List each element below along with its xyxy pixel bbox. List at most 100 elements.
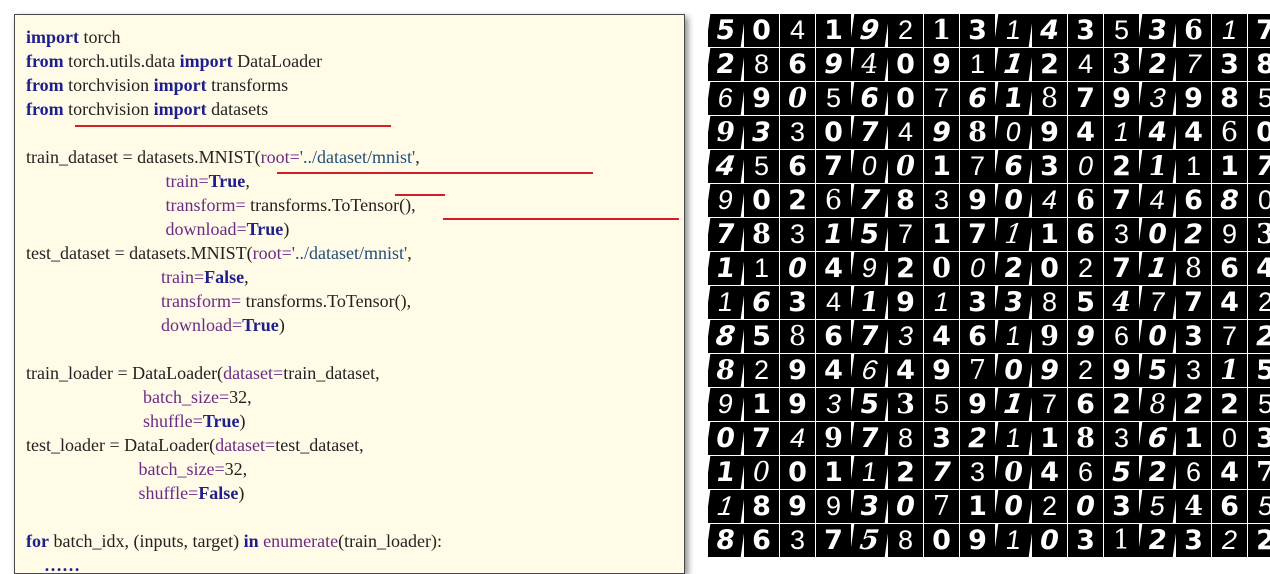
mnist-digit-cell: 9 (888, 286, 923, 319)
mnist-digit-cell: 5 (1248, 82, 1270, 115)
mnist-digit-cell: 2 (993, 252, 1034, 285)
code-token: transforms.ToTensor(), (245, 195, 416, 215)
mnist-digit-cell: 0 (849, 150, 890, 183)
mnist-digit-cell: 1 (1212, 354, 1247, 387)
mnist-digit-cell: 6 (1137, 422, 1178, 455)
mnist-digit-cell: 8 (780, 320, 815, 353)
mnist-digit-cell: 4 (1032, 184, 1067, 217)
mnist-digit-cell: 3 (1248, 422, 1270, 455)
mnist-digit-cell: 3 (1176, 320, 1211, 353)
mnist-digit-cell: 1 (993, 82, 1034, 115)
mnist-digit-cell: 6 (780, 150, 815, 183)
mnist-digit-cell: 2 (1104, 150, 1139, 183)
code-token: datasets (206, 99, 269, 119)
mnist-digit-cell: 8 (708, 320, 746, 353)
code-line: train=False, (26, 265, 249, 289)
code-token: (train_loader): (338, 531, 443, 551)
mnist-digit-cell: 7 (1137, 286, 1178, 319)
code-token: import (153, 75, 207, 95)
mnist-digit-cell: 6 (960, 320, 995, 353)
mnist-digit-cell: 3 (960, 456, 995, 489)
mnist-digit-cell: 1 (708, 252, 746, 285)
mnist-digit-cell: 1 (1137, 150, 1178, 183)
mnist-digit-grid: 5041921314353617286940911243273869056076… (708, 14, 1270, 557)
mnist-digit-cell: 7 (924, 490, 959, 523)
mnist-digit-cell: 0 (1212, 422, 1247, 455)
mnist-digit-cell: 0 (1137, 320, 1178, 353)
code-token: transforms (206, 75, 289, 95)
code-token: train= (161, 267, 205, 287)
mnist-digit-cell: 4 (1176, 116, 1211, 149)
mnist-digit-cell: 7 (1176, 286, 1211, 319)
mnist-digit-cell: 6 (816, 320, 851, 353)
mnist-digit-cell: 6 (960, 82, 995, 115)
mnist-digit-cell: 1 (924, 14, 959, 47)
code-token: transforms.ToTensor(), (241, 291, 412, 311)
mnist-digit-cell: 3 (849, 490, 890, 523)
mnist-digit-cell: 7 (960, 354, 995, 387)
mnist-digit-cell: 5 (1248, 490, 1270, 523)
code-token: batch_size= (143, 387, 230, 407)
mnist-digit-cell: 7 (849, 320, 890, 353)
mnist-digit-cell: 1 (924, 286, 959, 319)
mnist-digit-cell: 3 (1104, 48, 1139, 81)
mnist-digit-cell: 4 (888, 354, 923, 387)
code-token: root= (260, 147, 300, 167)
mnist-digit-cell: 0 (960, 252, 995, 285)
mnist-digit-cell: 7 (849, 116, 890, 149)
mnist-digit-cell: 9 (1176, 82, 1211, 115)
mnist-digit-cell: 3 (1104, 490, 1139, 523)
mnist-digit-cell: 7 (744, 422, 779, 455)
mnist-digit-cell: 4 (780, 422, 815, 455)
mnist-digit-cell: 4 (1137, 116, 1178, 149)
mnist-digit-cell: 4 (849, 48, 890, 81)
mnist-digit-cell: 2 (1248, 320, 1270, 353)
mnist-digit-cell: 1 (708, 490, 746, 523)
code-line: transform= transforms.ToTensor(), (26, 193, 416, 217)
mnist-digit-cell: 2 (1137, 48, 1178, 81)
mnist-digit-cell: 5 (1248, 388, 1270, 421)
mnist-digit-cell: 9 (780, 388, 815, 421)
mnist-digit-cell: 4 (924, 320, 959, 353)
mnist-digit-cell: 5 (849, 524, 890, 557)
code-token: from (26, 51, 64, 71)
mnist-digit-cell: 5 (1104, 456, 1139, 489)
mnist-digit-cell: 1 (1032, 218, 1067, 251)
mnist-digit-cell: 1 (993, 388, 1034, 421)
code-token: DataLoader (232, 51, 323, 71)
mnist-digit-cell: 7 (1248, 150, 1270, 183)
mnist-digit-cell: 6 (1212, 116, 1247, 149)
mnist-digit-cell: 1 (993, 524, 1034, 557)
code-token: torchvision (63, 75, 154, 95)
mnist-digit-cell: 3 (1212, 48, 1247, 81)
mnist-digit-cell: 7 (960, 218, 995, 251)
code-line: import torch (26, 25, 120, 49)
mnist-digit-cell: 1 (816, 218, 851, 251)
mnist-digit-cell: 7 (1248, 14, 1270, 47)
code-line: from torch.utils.data import DataLoader (26, 49, 322, 73)
mnist-digit-cell: 8 (1032, 286, 1067, 319)
code-token: from (26, 75, 64, 95)
mnist-digit-cell: 5 (1137, 490, 1178, 523)
mnist-digit-cell: 2 (1212, 524, 1247, 557)
mnist-digit-cell: 8 (888, 184, 923, 217)
mnist-digit-cell: 9 (708, 388, 746, 421)
mnist-digit-cell: 2 (1212, 388, 1247, 421)
mnist-digit-cell: 9 (849, 14, 890, 47)
mnist-digit-cell: 2 (888, 456, 923, 489)
mnist-digit-cell: 7 (849, 184, 890, 217)
code-line: train=True, (26, 169, 250, 193)
code-line: from torchvision import datasets (26, 97, 268, 121)
mnist-digit-cell: 2 (708, 48, 746, 81)
code-token: 32, (224, 459, 248, 479)
mnist-digit-cell: 0 (744, 184, 779, 217)
code-token: , (415, 147, 420, 167)
code-line: from torchvision import transforms (26, 73, 288, 97)
mnist-digit-cell: 1 (1137, 252, 1178, 285)
mnist-digit-cell: 3 (993, 286, 1034, 319)
mnist-digit-cell: 8 (1212, 184, 1247, 217)
